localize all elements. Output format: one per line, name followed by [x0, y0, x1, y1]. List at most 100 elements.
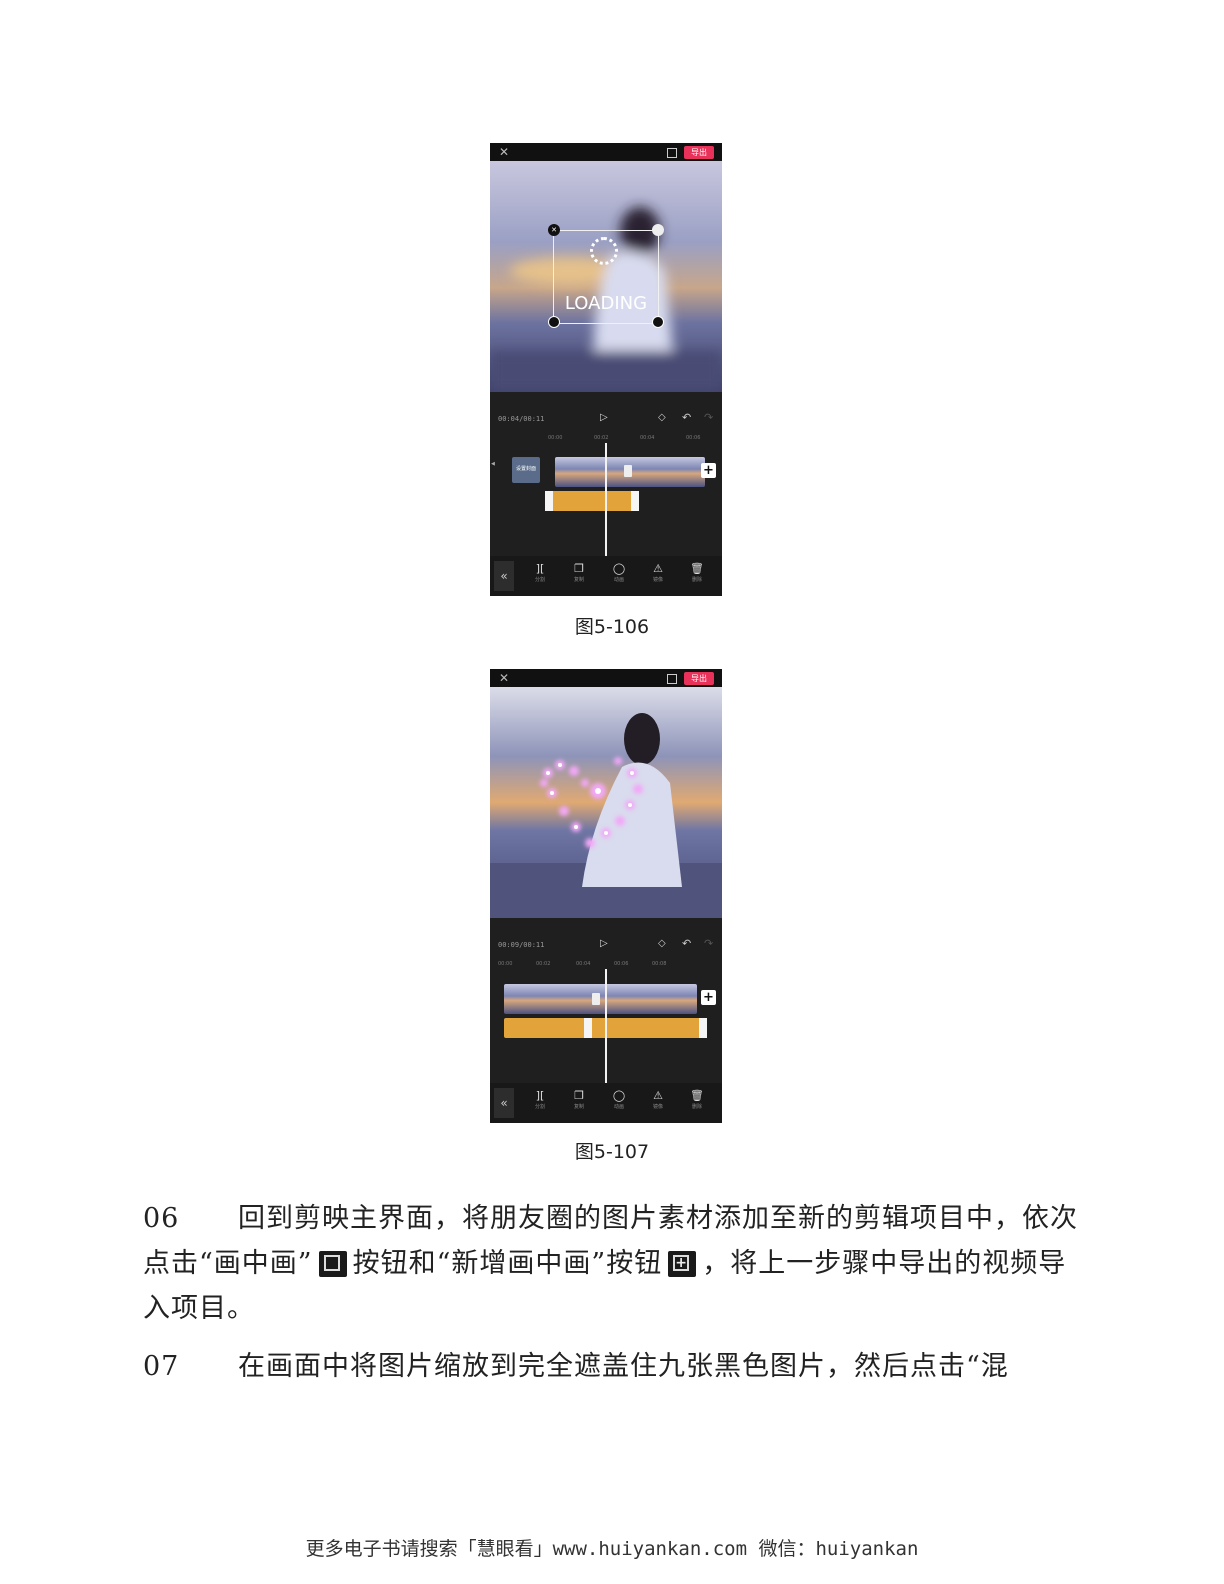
tool-animation[interactable]: ◯ 动画	[607, 562, 631, 584]
playback-controls: 00:09/00:11 ▷ ◇ ↶ ↷	[490, 935, 722, 957]
fullscreen-icon[interactable]	[667, 148, 677, 158]
animation-icon: ◯	[612, 562, 626, 575]
redo-icon[interactable]: ↷	[704, 411, 713, 424]
clip-thumbnail	[554, 984, 580, 1014]
clip-thumbnail	[555, 457, 581, 487]
timecode: 00:04/00:11	[498, 415, 545, 423]
sticker-selection-box[interactable]: LOADING	[553, 230, 659, 324]
time-ruler: 00:00 00:02 00:04 00:06	[490, 435, 722, 443]
top-bar: ✕ 导出	[490, 143, 722, 161]
picture-in-picture-icon	[318, 1251, 347, 1277]
step-number: 07	[143, 1351, 180, 1382]
clip-thumbnail	[504, 984, 530, 1014]
tool-mirror[interactable]: ⚠ 镜像	[646, 1089, 670, 1111]
sticker-track[interactable]	[545, 491, 639, 511]
add-clip-button[interactable]: +	[701, 463, 716, 478]
keyframe-icon[interactable]: ◇	[658, 412, 666, 423]
tool-label: 删除	[691, 1104, 702, 1110]
animation-icon: ◯	[612, 1089, 626, 1102]
figure-caption: 图5-106	[574, 616, 650, 638]
close-icon[interactable]: ✕	[499, 671, 509, 685]
back-icon[interactable]: «	[494, 561, 514, 591]
play-icon[interactable]: ▷	[600, 412, 608, 423]
transition-marker[interactable]	[592, 993, 600, 1005]
step-06-paragraph: 06 回到剪映主界面，将朋友圈的图片素材添加至新的剪辑项目中，依次点击“画中画” 按…	[143, 1196, 1083, 1331]
clip-thumbnail	[580, 457, 606, 487]
export-button[interactable]: 导出	[684, 672, 714, 685]
export-button[interactable]: 导出	[684, 146, 714, 159]
undo-icon[interactable]: ↶	[682, 411, 691, 424]
sticker-rotate-icon[interactable]	[652, 316, 664, 328]
step-07-paragraph: 07 在画面中将图片缩放到完全遮盖住九张黑色图片，然后点击“混	[143, 1344, 1083, 1389]
track-handle-left[interactable]	[584, 1018, 592, 1038]
keyframe-icon[interactable]: ◇	[658, 938, 666, 949]
tool-label: 复制	[573, 577, 584, 583]
copy-icon: ❐	[574, 1089, 584, 1102]
loading-spinner-icon	[590, 237, 618, 265]
ruler-tick: 00:00	[548, 435, 563, 441]
sticker-delete-icon[interactable]: ✕	[548, 224, 560, 236]
ruler-tick: 00:00	[498, 961, 513, 967]
figure-caption: 图5-107	[574, 1141, 650, 1163]
tool-label: 镜像	[652, 577, 663, 583]
tool-copy[interactable]: ❐ 复制	[567, 562, 591, 584]
back-icon[interactable]: «	[494, 1088, 514, 1118]
timecode: 00:09/00:11	[498, 941, 545, 949]
tool-mirror[interactable]: ⚠ 镜像	[646, 562, 670, 584]
clip-thumbnail	[654, 984, 680, 1014]
track-handle-right[interactable]	[631, 491, 639, 511]
add-clip-button[interactable]: +	[701, 990, 716, 1005]
tool-animation[interactable]: ◯ 动画	[607, 1089, 631, 1111]
playback-controls: 00:04/00:11 ▷ ◇ ↶ ↷	[490, 409, 722, 431]
tool-label: 分割	[534, 1104, 545, 1110]
tool-split[interactable]: ][分割	[528, 562, 552, 584]
sticker-copy-icon[interactable]	[548, 316, 560, 328]
main-video-track[interactable]	[504, 984, 697, 1014]
screenshot-figure-5-107: ✕ 导出 00:09/00:11 ▷ ◇ ↶ ↷ 00:00 00:02 00:…	[490, 669, 722, 1123]
tool-label: 复制	[573, 1104, 584, 1110]
close-icon[interactable]: ✕	[499, 145, 509, 159]
tool-delete[interactable]: 🗑 删除	[685, 562, 709, 584]
playhead[interactable]	[605, 969, 607, 1083]
redo-icon[interactable]: ↷	[704, 937, 713, 950]
tool-split[interactable]: ][分割	[528, 1089, 552, 1111]
sticker-edit-icon[interactable]	[652, 224, 664, 236]
tool-delete[interactable]: 🗑 删除	[685, 1089, 709, 1111]
clip-thumbnail	[630, 457, 656, 487]
top-bar: ✕ 导出	[490, 669, 722, 687]
clip-thumbnail	[655, 457, 681, 487]
sticker-text: LOADING	[564, 293, 648, 314]
play-icon[interactable]: ▷	[600, 938, 608, 949]
playhead[interactable]	[605, 443, 607, 557]
video-preview[interactable]	[490, 687, 722, 918]
tool-label: 分割	[534, 577, 545, 583]
track-handle-left[interactable]	[545, 491, 553, 511]
ruler-tick: 00:08	[652, 961, 667, 967]
tool-copy[interactable]: ❐ 复制	[567, 1089, 591, 1111]
preview-image	[490, 687, 722, 918]
fullscreen-icon[interactable]	[667, 674, 677, 684]
clip-thumbnail	[629, 984, 655, 1014]
tool-label: 动画	[613, 577, 624, 583]
ruler-tick: 00:02	[536, 961, 551, 967]
tool-label: 动画	[613, 1104, 624, 1110]
cover-button[interactable]: 设置封面	[512, 457, 540, 483]
transition-marker[interactable]	[624, 465, 632, 477]
mirror-icon: ⚠	[653, 562, 663, 575]
copy-icon: ❐	[574, 562, 584, 575]
ruler-tick: 00:02	[594, 435, 609, 441]
add-pip-icon: +	[668, 1251, 697, 1277]
delete-icon: 🗑	[690, 562, 704, 575]
mute-toggle[interactable]: ◀	[491, 461, 495, 467]
footer-text: 更多电子书请搜索「慧眼看」www.huiyankan.com 微信：huiyan…	[305, 1538, 919, 1560]
clip-thumbnail	[679, 984, 697, 1014]
step-number: 06	[143, 1203, 180, 1234]
bottom-toolbar: « ][分割 ❐ 复制 ◯ 动画 ⚠ 镜像 🗑 删除	[490, 556, 722, 596]
ruler-tick: 00:04	[576, 961, 591, 967]
track-handle-right[interactable]	[699, 1018, 707, 1038]
tool-label: 镜像	[652, 1104, 663, 1110]
ruler-tick: 00:04	[640, 435, 655, 441]
ruler-tick: 00:06	[614, 961, 629, 967]
step-text: 按钮和“新增画中画”按钮	[352, 1248, 663, 1279]
undo-icon[interactable]: ↶	[682, 937, 691, 950]
